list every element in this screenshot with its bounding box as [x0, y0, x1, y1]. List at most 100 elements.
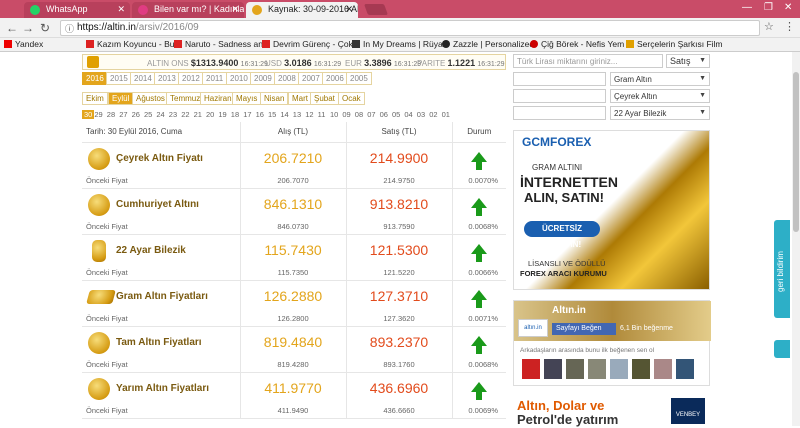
bookmark-item[interactable]: Zazzle | Personalized — [442, 39, 534, 49]
day-item[interactable]: 16 — [256, 110, 264, 119]
gold-name[interactable]: 22 Ayar Bilezik — [82, 234, 241, 266]
bookmark-item[interactable]: Serçelerin Şarkısı Film — [626, 39, 723, 49]
close-tab-icon[interactable]: ✕ — [117, 4, 125, 15]
year-item[interactable]: 2012 — [178, 72, 204, 85]
year-2016[interactable]: 2016 — [82, 72, 108, 85]
bookmark-item[interactable]: Devrim Gürenç - Çok — [262, 39, 353, 49]
day-item[interactable]: 26 — [132, 110, 140, 119]
gold-name[interactable]: Tam Altın Fiyatları — [82, 326, 241, 358]
day-item[interactable]: 17 — [243, 110, 251, 119]
day-item[interactable]: 24 — [156, 110, 164, 119]
month-item[interactable]: Haziran — [200, 92, 236, 105]
new-tab-button[interactable] — [363, 4, 389, 15]
day-item[interactable]: 12 — [305, 110, 313, 119]
day-item[interactable]: 18 — [231, 110, 239, 119]
result-input[interactable] — [513, 89, 606, 103]
year-item[interactable]: 2015 — [106, 72, 132, 85]
gold-name[interactable]: Cumhuriyet Altını — [82, 188, 241, 220]
result-input[interactable] — [513, 72, 606, 86]
day-item[interactable]: 03 — [417, 110, 425, 119]
year-item[interactable]: 2005 — [346, 72, 372, 85]
reload-icon[interactable]: ↻ — [40, 21, 50, 35]
year-item[interactable]: 2011 — [202, 72, 228, 85]
year-item[interactable]: 2006 — [322, 72, 348, 85]
maximize-icon[interactable]: ❐ — [764, 2, 773, 13]
month-item[interactable]: Nisan — [260, 92, 289, 105]
day-item[interactable]: 08 — [355, 110, 363, 119]
star-icon[interactable]: ☆ — [764, 20, 774, 33]
avatar[interactable] — [676, 359, 694, 379]
avatar[interactable] — [588, 359, 606, 379]
month-item[interactable]: Ekim — [82, 92, 108, 105]
day-item[interactable]: 27 — [119, 110, 127, 119]
minimize-icon[interactable]: — — [742, 2, 752, 13]
day-item[interactable]: 20 — [206, 110, 214, 119]
day-item[interactable]: 14 — [280, 110, 288, 119]
month-item[interactable]: Şubat — [310, 92, 339, 105]
avatar[interactable] — [566, 359, 584, 379]
chat-icon[interactable] — [774, 340, 790, 358]
mode-select[interactable]: Satış ▼ — [666, 54, 710, 68]
day-item[interactable]: 19 — [218, 110, 226, 119]
day-item[interactable]: 30 — [82, 110, 95, 119]
day-item[interactable]: 25 — [144, 110, 152, 119]
scrollbar[interactable] — [792, 52, 800, 426]
tab-bilen[interactable]: Bilen var mı? | Kadınlar K ✕ — [132, 2, 244, 18]
day-item[interactable]: 29 — [94, 110, 102, 119]
day-item[interactable]: 06 — [380, 110, 388, 119]
gold-type-select[interactable]: 22 Ayar Bilezik ▼ — [610, 106, 710, 120]
menu-icon[interactable]: ⋮ — [784, 20, 795, 33]
year-item[interactable]: 2010 — [226, 72, 252, 85]
gold-name[interactable]: Çeyrek Altın Fiyatı — [82, 142, 241, 174]
bookmark-item[interactable]: In My Dreams | Rüyal — [352, 39, 445, 49]
amount-input[interactable]: Türk Lirası miktarını giriniz... — [513, 54, 663, 68]
gold-name[interactable]: Yarım Altın Fiyatları — [82, 372, 241, 404]
day-item[interactable]: 28 — [107, 110, 115, 119]
month-item[interactable]: Ağustos — [132, 92, 169, 105]
month-eylul[interactable]: Eylül — [108, 92, 134, 105]
tab-whatsapp[interactable]: WhatsApp ✕ — [24, 2, 130, 18]
day-item[interactable]: 21 — [194, 110, 202, 119]
day-item[interactable]: 01 — [442, 110, 450, 119]
avatar[interactable] — [522, 359, 540, 379]
month-item[interactable]: Mart — [288, 92, 312, 105]
day-item[interactable]: 15 — [268, 110, 276, 119]
month-item[interactable]: Temmuz — [166, 92, 205, 105]
close-tab-icon[interactable]: ✕ — [231, 4, 239, 15]
scrollbar-thumb[interactable] — [793, 72, 799, 232]
feedback-tab[interactable]: geri bildirim — [774, 220, 790, 318]
ad-cta-button[interactable]: ÜCRETSİZ DENEYİN! — [524, 221, 600, 249]
close-tab-icon[interactable]: ✕ — [345, 4, 353, 15]
day-item[interactable]: 10 — [330, 110, 338, 119]
gold-type-select[interactable]: Gram Altın ▼ — [610, 72, 710, 86]
year-item[interactable]: 2008 — [274, 72, 300, 85]
day-item[interactable]: 13 — [293, 110, 301, 119]
year-item[interactable]: 2013 — [154, 72, 180, 85]
year-item[interactable]: 2009 — [250, 72, 276, 85]
bookmark-item[interactable]: Kazım Koyuncu - Bu I — [86, 39, 179, 49]
bookmark-item[interactable]: Çiğ Börek - Nefis Yem — [530, 39, 624, 49]
gold-name[interactable]: Gram Altın Fiyatları — [82, 280, 241, 312]
bookmark-item[interactable]: Yandex — [4, 39, 43, 49]
gcmforex-ad[interactable]: GCMFOREX GRAM ALTINI İNTERNETTEN ALIN, S… — [513, 130, 710, 290]
day-item[interactable]: 04 — [404, 110, 412, 119]
gold-type-select[interactable]: Çeyrek Altın ▼ — [610, 89, 710, 103]
day-item[interactable]: 05 — [392, 110, 400, 119]
day-item[interactable]: 02 — [429, 110, 437, 119]
venbey-ad[interactable]: Altın, Dolar ve Petrol'de yatırım VENBEY — [513, 396, 710, 428]
day-item[interactable]: 09 — [342, 110, 350, 119]
avatar[interactable] — [544, 359, 562, 379]
forward-icon[interactable]: → — [22, 21, 34, 35]
year-item[interactable]: 2007 — [298, 72, 324, 85]
close-window-icon[interactable]: ✕ — [784, 2, 792, 13]
year-item[interactable]: 2014 — [130, 72, 156, 85]
day-item[interactable]: 23 — [169, 110, 177, 119]
tab-altin[interactable]: Kaynak: 30-09-2016 Altın ✕ — [246, 2, 358, 18]
back-icon[interactable]: ← — [6, 21, 18, 35]
avatar[interactable] — [610, 359, 628, 379]
day-item[interactable]: 11 — [318, 110, 326, 119]
url-input[interactable]: ⓘ https://altin.in/arsiv/2016/09 — [60, 20, 760, 36]
avatar[interactable] — [654, 359, 672, 379]
month-item[interactable]: Mayıs — [232, 92, 262, 105]
day-item[interactable]: 22 — [181, 110, 189, 119]
